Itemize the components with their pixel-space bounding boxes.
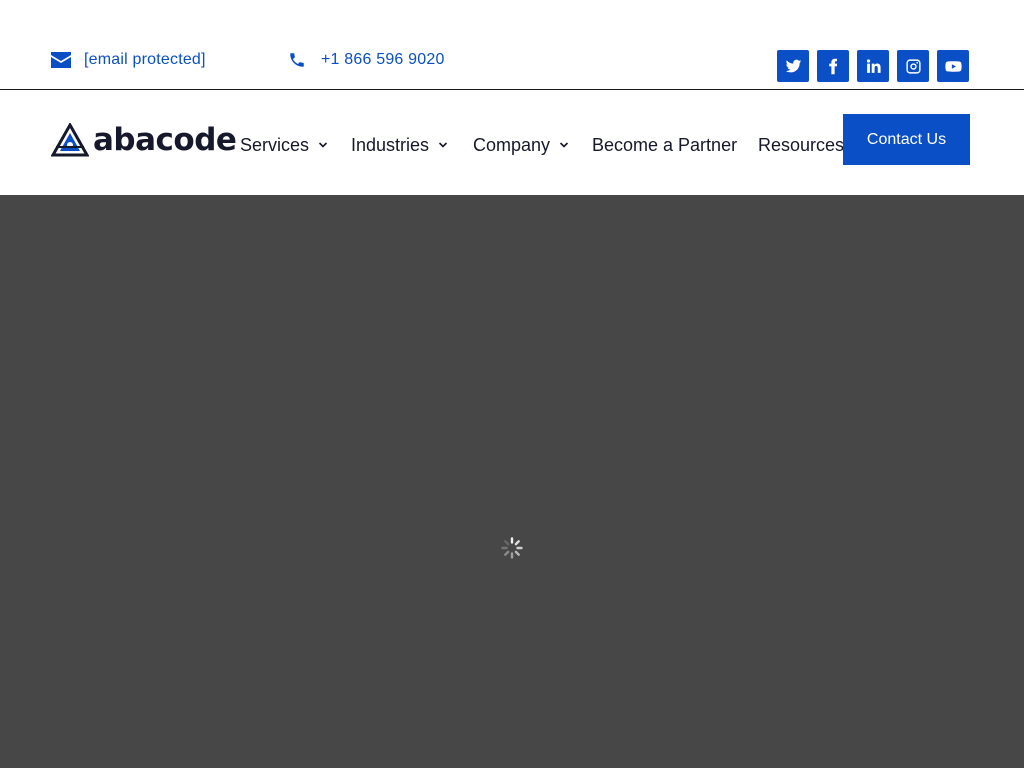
abacode-logo-icon bbox=[51, 123, 89, 157]
nav-become-a-partner[interactable]: Become a Partner bbox=[592, 133, 737, 157]
instagram-button[interactable] bbox=[897, 50, 929, 82]
top-bar: [email protected] +1 866 596 9020 bbox=[0, 0, 1024, 90]
linkedin-button[interactable] bbox=[857, 50, 889, 82]
nav-label: Services bbox=[240, 134, 310, 155]
youtube-button[interactable] bbox=[937, 50, 969, 82]
nav-label: Company bbox=[473, 134, 551, 155]
contact-us-button[interactable]: Contact Us bbox=[843, 114, 970, 165]
phone-text: +1 866 596 9020 bbox=[321, 51, 445, 68]
spinner-icon bbox=[501, 537, 523, 559]
logo-text: abacode bbox=[93, 122, 237, 158]
email-text: [email protected] bbox=[84, 51, 206, 68]
phone-icon bbox=[288, 50, 308, 70]
main-header: abacode Services Industries Company Beco… bbox=[0, 90, 1024, 195]
nav-label: Industries bbox=[351, 134, 430, 155]
chevron-down-icon bbox=[559, 140, 569, 150]
hero-section bbox=[0, 195, 1024, 768]
instagram-icon bbox=[905, 58, 921, 74]
nav-label: Resources bbox=[758, 134, 845, 155]
twitter-button[interactable] bbox=[777, 50, 809, 82]
facebook-icon bbox=[828, 58, 837, 74]
nav-label: Become a Partner bbox=[592, 134, 738, 155]
nav-industries[interactable]: Industries bbox=[351, 133, 448, 157]
youtube-icon bbox=[944, 60, 962, 72]
twitter-icon bbox=[785, 59, 801, 72]
linkedin-icon bbox=[866, 58, 881, 73]
email-link[interactable]: [email protected] bbox=[51, 48, 206, 72]
chevron-down-icon bbox=[438, 140, 448, 150]
envelope-icon bbox=[51, 50, 71, 70]
chevron-down-icon bbox=[318, 140, 328, 150]
nav-services[interactable]: Services bbox=[240, 133, 328, 157]
facebook-button[interactable] bbox=[817, 50, 849, 82]
phone-link[interactable]: +1 866 596 9020 bbox=[288, 48, 445, 72]
logo[interactable]: abacode bbox=[51, 122, 237, 158]
nav-company[interactable]: Company bbox=[473, 133, 569, 157]
